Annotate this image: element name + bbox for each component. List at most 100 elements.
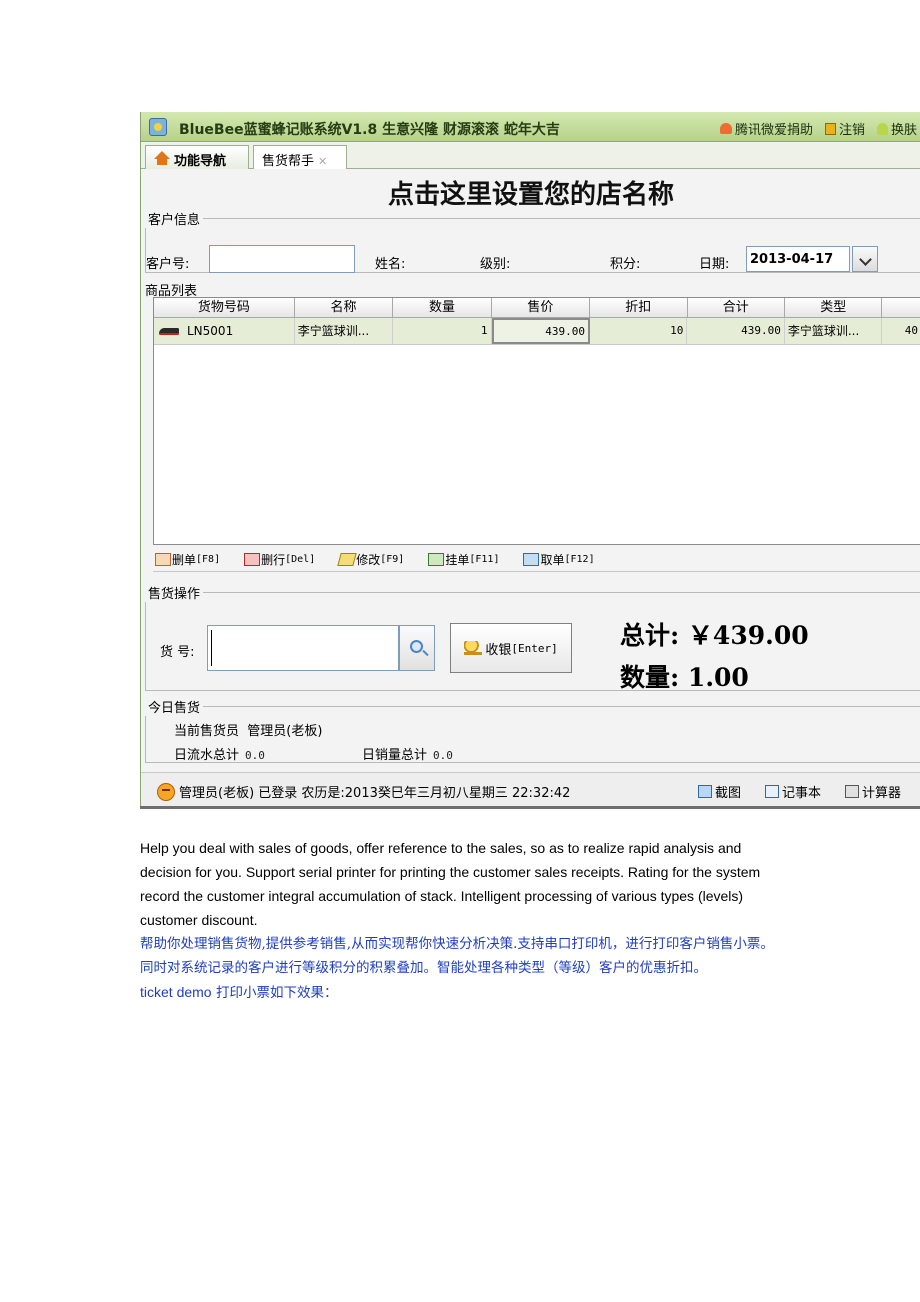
checkout-label: 收银	[485, 642, 512, 658]
customer-name-label: 姓名:	[375, 257, 406, 272]
cell-code: LN5001	[154, 318, 295, 344]
tab-sales-helper-label: 售货帮手	[262, 154, 315, 169]
logout-link[interactable]: 注销	[824, 119, 865, 138]
daily-flow-value: 0.0	[245, 749, 265, 762]
column-header-price[interactable]: 售价	[492, 298, 591, 317]
calculator-icon	[844, 785, 859, 798]
checkout-key: [Enter]	[511, 641, 558, 655]
column-header-discount[interactable]: 折扣	[590, 298, 688, 317]
logout-label: 注销	[838, 123, 865, 138]
daily-flow-label: 日流水总计	[174, 748, 240, 763]
description-block: Help you deal with sales of goods, offer…	[140, 836, 780, 1005]
cell-type: 李宁篮球训...	[785, 318, 883, 344]
cell-code-text: LN5001	[187, 324, 234, 338]
delete-order-button[interactable]: 删单 [F8]	[155, 548, 220, 571]
calculator-button[interactable]: 计算器	[844, 782, 901, 801]
seller-line: 当前售货员 管理员(老板)	[174, 720, 322, 739]
hold-order-key: [F11]	[469, 554, 500, 565]
change-skin-link[interactable]: 换肤	[876, 119, 917, 138]
column-header-name[interactable]: 名称	[295, 298, 394, 317]
cell-qty: 1	[393, 318, 492, 344]
donate-link[interactable]: 腾讯微爱捐助	[719, 119, 813, 138]
status-tools: 截图 记事本 计算器	[697, 782, 901, 801]
edit-icon	[337, 553, 357, 566]
today-sales-legend: 今日售货	[148, 701, 201, 716]
cell-price[interactable]: 439.00	[491, 318, 590, 344]
goods-no-input[interactable]	[207, 625, 399, 671]
customer-info-group: 客户信息 客户号: 姓名: 级别: 积分: 日期: 2013-04-17	[145, 209, 920, 273]
retrieve-order-label: 取单	[540, 553, 565, 567]
ticket-demo-cn: 打印小票如下效果：	[216, 985, 338, 1001]
ticket-demo-en: ticket demo	[140, 984, 212, 1000]
cell-name: 李宁篮球训...	[295, 318, 394, 344]
table-row[interactable]: LN5001 李宁篮球训... 1 439.00 10 439.00 李宁篮球训…	[154, 318, 920, 345]
sales-operation-legend: 售货操作	[148, 587, 201, 602]
delete-order-icon	[155, 553, 171, 566]
tab-strip: 功能导航 售货帮手 ✕	[141, 143, 920, 169]
goods-table: 货物号码 名称 数量 售价 折扣 合计 类型 LN5001 李宁篮球训... 1…	[153, 297, 920, 545]
retrieve-order-icon	[523, 553, 540, 566]
retrieve-order-button[interactable]: 取单 [F12]	[523, 548, 595, 571]
cell-total: 439.00	[687, 318, 785, 344]
column-header-extra[interactable]	[882, 298, 920, 317]
notepad-label: 记事本	[781, 786, 821, 801]
shop-name-title[interactable]: 点击这里设置您的店名称	[141, 174, 920, 211]
notepad-button[interactable]: 记事本	[764, 782, 821, 801]
daily-sales-label: 日销量总计	[362, 748, 428, 763]
today-sales-group: 今日售货 当前售货员 管理员(老板) 日流水总计 0.0 日销量总计 0.0	[145, 697, 920, 763]
goods-table-header: 货物号码 名称 数量 售价 折扣 合计 类型	[154, 298, 920, 318]
seller-value: 管理员(老板)	[247, 724, 323, 739]
description-chinese: 帮助你处理销售货物,提供参考销售,从而实现帮你快速分析决策.支持串口打印机，进行…	[140, 936, 774, 976]
column-header-total[interactable]: 合计	[688, 298, 785, 317]
hold-order-icon	[428, 553, 445, 566]
home-icon	[154, 151, 170, 165]
title-bar-links: 腾讯微爱捐助 注销 换肤	[719, 119, 917, 138]
ticket-demo-line: ticket demo 打印小票如下效果：	[140, 980, 780, 1005]
chevron-down-icon[interactable]	[852, 246, 878, 272]
customer-info-legend: 客户信息	[148, 213, 201, 228]
column-header-code[interactable]: 货物号码	[154, 298, 295, 317]
date-label: 日期:	[699, 257, 730, 272]
status-bar: 管理员(老板) 已登录 农历是:2013癸巳年三月初八星期三 22:32:42 …	[141, 772, 920, 808]
checkout-button[interactable]: 收银 [Enter]	[450, 623, 572, 673]
action-toolbar: 删单 [F8] 删行 [Del] 修改 [F9] 挂单 [F11] 取单 [F12]	[153, 548, 920, 572]
cell-extra: 40	[904, 324, 918, 337]
tab-sales-helper[interactable]: 售货帮手 ✕	[253, 145, 347, 169]
screenshot-button[interactable]: 截图	[697, 782, 741, 801]
daily-flow-line: 日流水总计 0.0	[174, 744, 265, 763]
description-english: Help you deal with sales of goods, offer…	[140, 840, 761, 928]
daily-sales-line: 日销量总计 0.0	[362, 744, 453, 763]
shoe-icon	[159, 328, 179, 335]
delete-order-key: [F8]	[196, 554, 221, 565]
edit-button[interactable]: 修改 [F9]	[337, 548, 404, 571]
sales-operation-group: 售货操作 货 号: 收银 [Enter] 总计: ￥439.00 数量: 1.00	[145, 583, 920, 692]
close-tab-icon[interactable]: ✕	[318, 155, 327, 168]
column-header-qty[interactable]: 数量	[393, 298, 492, 317]
hold-order-button[interactable]: 挂单 [F11]	[428, 548, 499, 571]
user-avatar-icon	[157, 782, 175, 801]
delete-row-button[interactable]: 删行 [Del]	[244, 548, 315, 571]
status-text: 管理员(老板) 已登录 农历是:2013癸巳年三月初八星期三 22:32:42	[179, 786, 571, 801]
hold-order-label: 挂单	[445, 553, 470, 567]
app-window: BlueBee蓝蜜蜂记账系统V1.8 生意兴隆 财源滚滚 蛇年大吉 腾讯微爱捐助…	[140, 112, 920, 808]
column-header-type[interactable]: 类型	[785, 298, 883, 317]
window-title: BlueBee蓝蜜蜂记账系统V1.8 生意兴隆 财源滚滚 蛇年大吉	[179, 122, 560, 138]
customer-id-input[interactable]	[209, 245, 355, 273]
cell-discount: 10	[590, 318, 688, 344]
lock-icon	[824, 122, 836, 135]
calculator-label: 计算器	[861, 786, 901, 801]
tab-function-nav[interactable]: 功能导航	[145, 145, 249, 169]
date-field[interactable]: 2013-04-17	[746, 246, 850, 272]
search-button[interactable]	[399, 625, 435, 671]
title-bar: BlueBee蓝蜜蜂记账系统V1.8 生意兴隆 财源滚滚 蛇年大吉 腾讯微爱捐助…	[141, 112, 920, 142]
customer-points-label: 积分:	[610, 257, 641, 272]
app-logo-icon	[149, 118, 167, 136]
delete-order-label: 删单	[172, 553, 197, 567]
quantity-total: 数量: 1.00	[620, 663, 749, 692]
delete-row-label: 删行	[261, 553, 286, 567]
delete-row-icon	[244, 553, 261, 566]
goods-no-label: 货 号:	[160, 645, 195, 660]
seller-label: 当前售货员	[174, 724, 240, 739]
grand-total: 总计: ￥439.00	[620, 621, 809, 650]
edit-label: 修改	[356, 553, 381, 567]
